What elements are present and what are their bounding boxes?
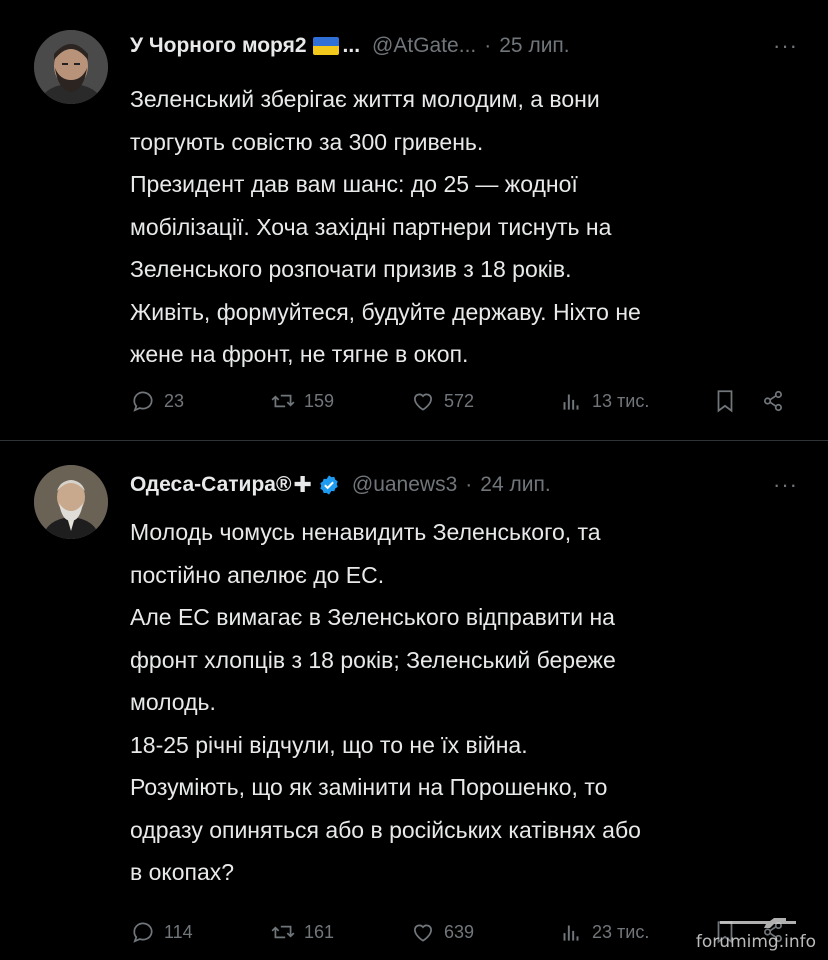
bookmark-icon [717,390,733,413]
views-chart-icon [563,925,579,941]
reply-button[interactable]: 23 [130,388,270,414]
bearded-man-avatar-icon [34,30,108,104]
like-button[interactable]: 639 [410,919,558,945]
tweet-line: мобілізації. Хоча західні партнери тисну… [130,213,612,240]
tweet-line: торгують совістю за 300 гривень. [130,128,484,155]
tweet-line: одразу опиняться або в російських катівн… [130,816,641,843]
retweet-button[interactable]: 159 [270,388,410,414]
views-count: 13 тис. [592,390,650,411]
reply-button[interactable]: 114 [130,919,270,945]
tweet-1[interactable]: У Чорного моря2 ... @AtGate... · 25 лип.… [0,0,828,440]
verified-badge-icon [320,475,338,495]
tweet-line: Розуміють, що як замінити на Порошенко, … [130,774,608,800]
reply-icon [133,922,153,943]
display-name[interactable]: У Чорного моря2 [130,34,307,58]
retweet-count: 161 [304,921,335,942]
views-count: 23 тис. [592,921,650,942]
retweet-icon [271,394,295,408]
tweet-line: 18-25 річні відчули, що то не їх війна. [130,731,528,758]
tweet-line: жене на фронт, не тягне в окоп. [130,341,469,367]
tweet-line: Зеленський зберігає життя молодим, а вон… [130,86,600,112]
like-count: 639 [444,921,475,942]
old-man-portrait-avatar-icon [34,465,108,539]
views-button[interactable]: 23 тис. [558,919,708,945]
tweet-line: Президент дав вам шанс: до 25 — жодної [130,171,578,197]
tweet-line: постійно апелює до ЕС. [130,561,385,588]
tweet-line: Але ЕС вимагає в Зеленського відправити … [130,604,615,630]
rifle-watermark-icon [720,918,796,928]
more-options-icon[interactable]: ··· [773,472,798,498]
reply-count: 114 [164,921,193,942]
tweet-line: молодь. [130,689,216,715]
tweet-line: Живіть, формуйтеся, будуйте державу. Ніх… [130,298,641,325]
separator-dot: · [465,473,473,496]
retweet-count: 159 [304,390,335,411]
tweet-date[interactable]: 25 лип. [499,34,569,58]
like-count: 572 [444,390,475,411]
heart-icon [414,924,432,942]
tweet-header: У Чорного моря2 ... @AtGate... · 25 лип.… [130,28,798,64]
watermark: forumimg.info [695,932,816,952]
tweet-line: Зеленського розпочати призив з 18 років. [130,256,572,282]
handle[interactable]: @AtGate... [372,34,476,58]
reply-count: 23 [164,390,185,411]
tweet-text: Молодь чомусь ненавидить Зеленського, та… [130,511,794,894]
separator-dot: · [484,34,492,57]
avatar[interactable] [34,30,108,104]
share-icon [764,390,782,412]
display-name[interactable]: Одеса-Сатира® [130,473,291,497]
like-button[interactable]: 572 [410,388,558,414]
tweet-date[interactable]: 24 лип. [480,473,550,497]
tweet-header: Одеса-Сатира® ✚ @uanews3 · 24 лип. ··· [130,467,798,503]
views-button[interactable]: 13 тис. [558,388,708,414]
handle[interactable]: @uanews3 [352,473,457,497]
retweet-button[interactable]: 161 [270,919,410,945]
plus-badge: ✚ [293,472,312,497]
ukraine-flag-icon [312,37,339,55]
name-truncation: ... [342,34,361,57]
tweet-line: фронт хлопців з 18 років; Зеленський бер… [130,646,616,673]
tweet-line: в окопах? [130,859,235,885]
bookmark-button[interactable] [712,388,738,414]
views-chart-icon [563,394,579,410]
action-bar: 23 159 572 13 тис. [130,386,794,416]
more-options-icon[interactable]: ··· [773,33,798,59]
reply-icon [133,391,153,412]
avatar[interactable] [34,465,108,539]
action-bar: 114 161 639 23 тис. [130,917,794,947]
tweet-2[interactable]: Одеса-Сатира® ✚ @uanews3 · 24 лип. ··· М… [0,441,828,960]
share-button[interactable] [760,388,786,414]
tweet-line: Молодь чомусь ненавидить Зеленського, та [130,519,601,545]
retweet-icon [271,925,295,939]
tweet-text: Зеленський зберігає життя молодим, а вон… [130,78,794,376]
heart-icon [414,393,432,411]
